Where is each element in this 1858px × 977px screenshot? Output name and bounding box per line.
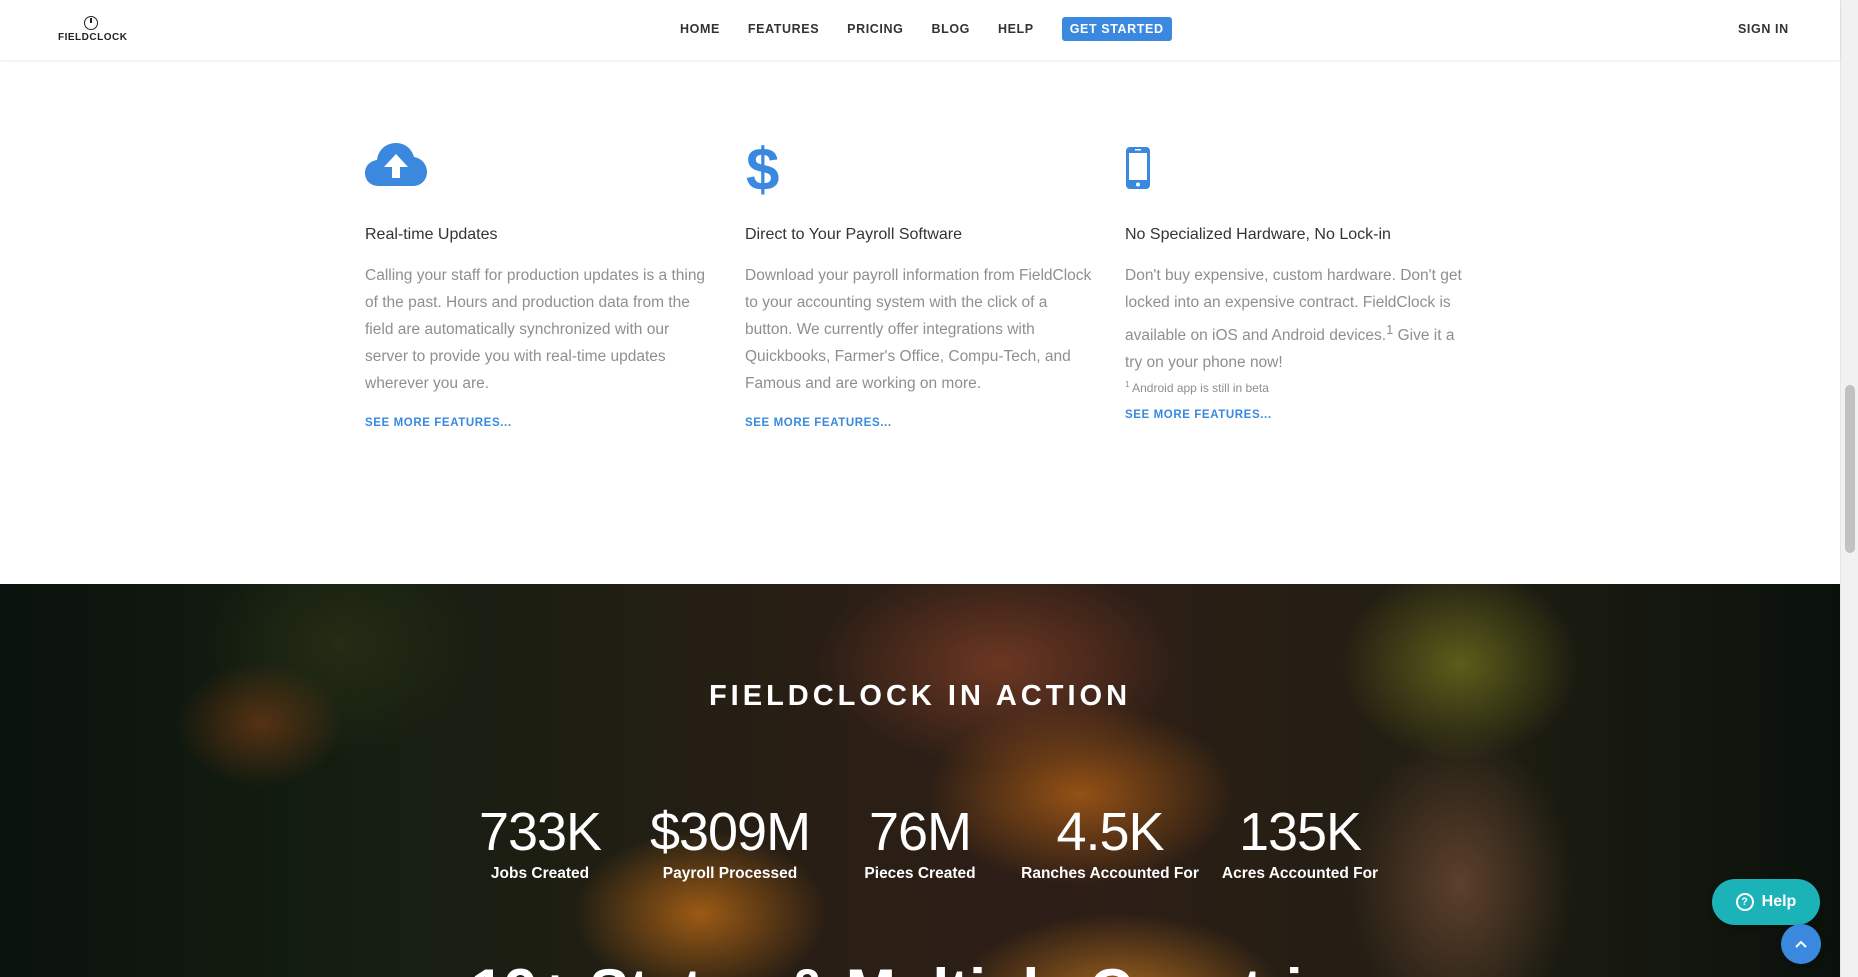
stat-value: 135K — [1238, 802, 1362, 862]
stat-value: 733K — [478, 802, 602, 862]
help-label: Help — [1761, 893, 1797, 910]
nav-item-blog[interactable]: BLOG — [931, 17, 970, 41]
section-title: FIELDCLOCK IN ACTION — [708, 680, 1132, 712]
stat-value: 4.5K — [1056, 802, 1164, 862]
fieldclock-logo[interactable]: FIELDCLOCK — [58, 14, 138, 48]
scrollbar-thumb[interactable] — [1845, 385, 1855, 553]
nav-item-features[interactable]: FEATURES — [748, 17, 819, 41]
see-more-features-link[interactable]: SEE MORE FEATURES... — [745, 417, 1095, 429]
get-started-button[interactable]: GET STARTED — [1061, 17, 1172, 41]
mobile-phone-icon — [1125, 140, 1475, 196]
feature-payroll-software: $ Direct to Your Payroll Software Downlo… — [745, 136, 1095, 429]
coverage-heading: 19+ States & Multiple Countries — [0, 956, 1840, 977]
stat-label: Pieces Created — [864, 865, 976, 882]
main-menu: HOME FEATURES PRICING BLOG HELP GET STAR… — [680, 17, 1172, 41]
stat-value: $309M — [649, 802, 811, 862]
feature-title: Direct to Your Payroll Software — [745, 226, 962, 243]
feature-description: Download your payroll information from F… — [745, 267, 1092, 392]
scroll-to-top-button[interactable] — [1781, 924, 1821, 964]
feature-title: Real-time Updates — [365, 226, 498, 243]
android-beta-note: 1 Android app is still in beta — [1125, 380, 1475, 395]
chevron-up-icon — [1795, 940, 1807, 948]
sign-in-link[interactable]: SIGN IN — [1738, 17, 1789, 41]
stat-jobs-created: 733K Jobs Created — [450, 802, 630, 884]
stat-value: 76M — [868, 802, 972, 862]
top-navbar: FIELDCLOCK HOME FEATURES PRICING BLOG HE… — [0, 0, 1840, 60]
stat-ranches: 4.5K Ranches Accounted For — [1020, 802, 1200, 884]
stat-label: Ranches Accounted For — [1021, 865, 1199, 882]
nav-item-help[interactable]: HELP — [998, 17, 1034, 41]
dollar-icon: $ — [745, 136, 1095, 203]
see-more-features-link[interactable]: SEE MORE FEATURES... — [365, 417, 715, 429]
feature-no-hardware: No Specialized Hardware, No Lock-in Don'… — [1125, 140, 1475, 421]
feature-realtime-updates: Real-time Updates Calling your staff for… — [365, 140, 715, 429]
nav-item-home[interactable]: HOME — [680, 17, 720, 41]
stat-label: Payroll Processed — [662, 865, 798, 882]
stat-label: Acres Accounted For — [1221, 865, 1379, 882]
stat-acres: 135K Acres Accounted For — [1210, 802, 1390, 884]
clock-logo-icon — [84, 16, 98, 30]
footnote-text: Android app is still in beta — [1129, 381, 1269, 396]
help-widget-button[interactable]: ? Help — [1712, 879, 1820, 925]
nav-item-pricing[interactable]: PRICING — [847, 17, 903, 41]
hero-background-image — [0, 584, 1840, 977]
cloud-upload-icon — [365, 140, 715, 196]
fieldclock-in-action-section: FIELDCLOCK IN ACTION 733K Jobs Created $… — [0, 584, 1840, 977]
stat-payroll-processed: $309M Payroll Processed — [640, 802, 820, 884]
logo-text: FIELDCLOCK — [58, 32, 128, 43]
question-mark-icon: ? — [1735, 893, 1754, 911]
feature-description: Calling your staff for production update… — [365, 267, 706, 392]
page-scrollbar[interactable] — [1840, 0, 1858, 977]
stat-pieces-created: 76M Pieces Created — [830, 802, 1010, 884]
svg-text:$: $ — [746, 140, 779, 196]
feature-description: Don't buy expensive, custom hardware. Do… — [1125, 262, 1475, 376]
feature-title: No Specialized Hardware, No Lock-in — [1125, 226, 1391, 243]
stat-label: Jobs Created — [490, 865, 590, 882]
see-more-features-link[interactable]: SEE MORE FEATURES... — [1125, 409, 1475, 421]
